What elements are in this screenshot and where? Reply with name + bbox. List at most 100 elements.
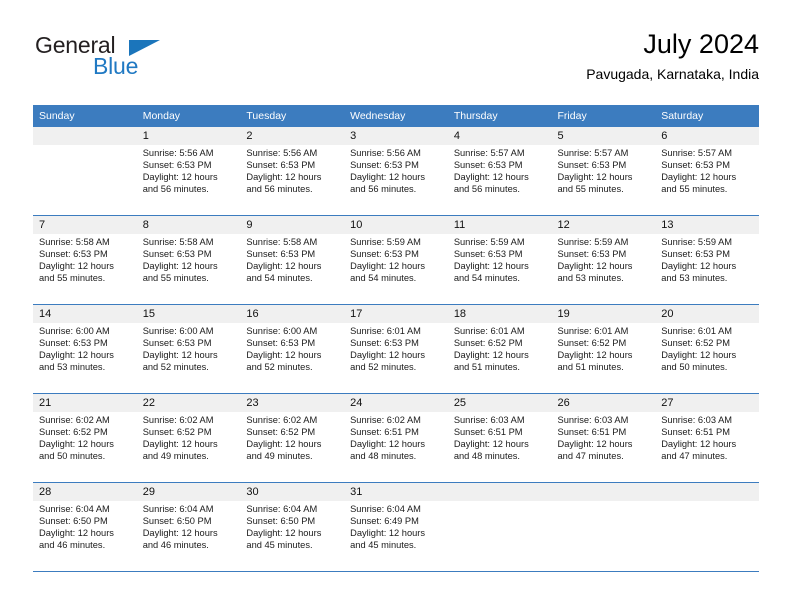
sunrise-text: Sunrise: 6:04 AM (39, 504, 110, 514)
day-details: Sunrise: 5:57 AM Sunset: 6:53 PM Daylight:… (655, 145, 759, 196)
calendar-cell-empty (447, 482, 552, 572)
day-number (655, 483, 759, 501)
calendar-cell-day[interactable]: 2 Sunrise: 5:56 AM Sunset: 6:53 PM Daylight… (240, 127, 345, 216)
calendar-cell-day[interactable]: 19 Sunrise: 6:01 AM Sunset: 6:52 PM Dayligh… (551, 304, 656, 394)
sunrise-text: Sunrise: 5:57 AM (453, 148, 525, 158)
day-number: 31 (344, 483, 448, 501)
calendar-cell-day[interactable]: 25 Sunrise: 6:03 AM Sunset: 6:51 PM Dayligh… (447, 393, 552, 483)
weekday-header-row: Sunday Monday Tuesday Wednesday Thursday… (33, 105, 759, 127)
sunrise-text: Sunrise: 6:02 AM (350, 415, 421, 425)
calendar-cell-day[interactable]: 17 Sunrise: 6:01 AM Sunset: 6:53 PM Dayligh… (344, 304, 448, 394)
day-details: Sunrise: 6:01 AM Sunset: 6:52 PM Daylight:… (552, 323, 656, 374)
day-number: 27 (655, 394, 759, 412)
day-number (33, 127, 137, 145)
calendar-cell-day[interactable]: 15 Sunrise: 6:00 AM Sunset: 6:53 PM Dayligh… (136, 304, 241, 394)
sunrise-text: Sunrise: 5:58 AM (39, 237, 110, 247)
daylight-text-line1: Daylight: 12 hours (350, 527, 426, 538)
calendar-cell-day[interactable]: 23 Sunrise: 6:02 AM Sunset: 6:52 PM Dayligh… (240, 393, 345, 483)
calendar-cell-day[interactable]: 31 Sunrise: 6:04 AM Sunset: 6:49 PM Dayligh… (344, 482, 448, 572)
sunrise-text: Sunrise: 6:03 AM (557, 415, 629, 425)
daylight-text-line1: Daylight: 12 hours (246, 527, 322, 538)
daylight-text-line2: and 46 minutes. (39, 539, 106, 550)
calendar-cell-empty (655, 482, 759, 572)
daylight-text-line2: and 49 minutes. (142, 450, 209, 461)
brand-logo[interactable]: General Blue (33, 32, 253, 88)
daylight-text-line1: Daylight: 12 hours (661, 260, 737, 271)
weekday-header-wednesday: Wednesday (344, 105, 448, 127)
sunset-text: Sunset: 6:53 PM (142, 337, 212, 348)
calendar-cell-day[interactable]: 14 Sunrise: 6:00 AM Sunset: 6:53 PM Dayligh… (33, 304, 137, 394)
calendar-cell-day[interactable]: 16 Sunrise: 6:00 AM Sunset: 6:53 PM Dayligh… (240, 304, 345, 394)
sunset-text: Sunset: 6:53 PM (246, 248, 316, 259)
daylight-text-line2: and 51 minutes. (453, 361, 520, 372)
sunset-text: Sunset: 6:51 PM (453, 426, 523, 437)
day-details: Sunrise: 6:02 AM Sunset: 6:52 PM Daylight:… (137, 412, 241, 463)
calendar-cell-day[interactable]: 21 Sunrise: 6:02 AM Sunset: 6:52 PM Dayligh… (33, 393, 137, 483)
daylight-text-line2: and 47 minutes. (557, 450, 624, 461)
day-number: 7 (33, 216, 137, 234)
day-number (551, 483, 656, 501)
sunrise-text: Sunrise: 5:57 AM (661, 148, 733, 158)
sunrise-text: Sunrise: 6:00 AM (246, 326, 318, 336)
calendar-cell-day[interactable]: 30 Sunrise: 6:04 AM Sunset: 6:50 PM Dayligh… (240, 482, 345, 572)
calendar-cell-day[interactable]: 12 Sunrise: 5:59 AM Sunset: 6:53 PM Dayligh… (551, 215, 656, 305)
calendar-cell-day[interactable]: 27 Sunrise: 6:03 AM Sunset: 6:51 PM Dayligh… (655, 393, 759, 483)
day-number: 4 (447, 127, 552, 145)
daylight-text-line1: Daylight: 12 hours (453, 438, 529, 449)
daylight-text-line1: Daylight: 12 hours (661, 349, 737, 360)
calendar-cell-day[interactable]: 11 Sunrise: 5:59 AM Sunset: 6:53 PM Dayligh… (447, 215, 552, 305)
weekday-header-saturday: Saturday (655, 105, 759, 127)
calendar-cell-day[interactable]: 1 Sunrise: 5:56 AM Sunset: 6:53 PM Daylight… (136, 127, 241, 216)
day-details: Sunrise: 6:04 AM Sunset: 6:50 PM Daylight:… (240, 501, 344, 552)
calendar-cell-day[interactable]: 13 Sunrise: 5:59 AM Sunset: 6:53 PM Dayligh… (655, 215, 759, 305)
daylight-text-line2: and 45 minutes. (246, 539, 313, 550)
sunset-text: Sunset: 6:53 PM (350, 159, 419, 170)
calendar-week-row: 28 Sunrise: 6:04 AM Sunset: 6:50 PM Dayligh… (33, 482, 759, 572)
sunrise-text: Sunrise: 5:59 AM (453, 237, 525, 247)
page-header: General Blue July 2024 Pavugada, Karnata… (33, 28, 759, 98)
calendar-cell-day[interactable]: 4 Sunrise: 5:57 AM Sunset: 6:53 PM Daylight… (447, 127, 552, 216)
calendar-cell-day[interactable]: 24 Sunrise: 6:02 AM Sunset: 6:51 PM Dayligh… (344, 393, 448, 483)
calendar-cell-day[interactable]: 7 Sunrise: 5:58 AM Sunset: 6:53 PM Daylight… (33, 215, 137, 305)
calendar-cell-day[interactable]: 28 Sunrise: 6:04 AM Sunset: 6:50 PM Dayligh… (33, 482, 137, 572)
calendar-week-row: 14 Sunrise: 6:00 AM Sunset: 6:53 PM Dayligh… (33, 304, 759, 394)
calendar-cell-day[interactable]: 10 Sunrise: 5:59 AM Sunset: 6:53 PM Dayligh… (344, 215, 448, 305)
day-details: Sunrise: 5:56 AM Sunset: 6:53 PM Daylight:… (240, 145, 344, 196)
calendar-cell-day[interactable]: 9 Sunrise: 5:58 AM Sunset: 6:53 PM Daylight… (240, 215, 345, 305)
sunset-text: Sunset: 6:53 PM (453, 248, 523, 259)
calendar-cell-day[interactable]: 26 Sunrise: 6:03 AM Sunset: 6:51 PM Dayligh… (551, 393, 656, 483)
calendar-grid: Sunday Monday Tuesday Wednesday Thursday… (33, 105, 759, 572)
page-subtitle: Pavugada, Karnataka, India (586, 66, 759, 82)
calendar-cell-day[interactable]: 22 Sunrise: 6:02 AM Sunset: 6:52 PM Dayligh… (136, 393, 241, 483)
day-number: 23 (240, 394, 345, 412)
day-details: Sunrise: 6:03 AM Sunset: 6:51 PM Daylight:… (552, 412, 656, 463)
calendar-week-row: 21 Sunrise: 6:02 AM Sunset: 6:52 PM Dayligh… (33, 393, 759, 483)
calendar-cell-day[interactable]: 18 Sunrise: 6:01 AM Sunset: 6:52 PM Dayligh… (447, 304, 552, 394)
calendar-cell-day[interactable]: 5 Sunrise: 5:57 AM Sunset: 6:53 PM Daylight… (551, 127, 656, 216)
calendar-cell-day[interactable]: 6 Sunrise: 5:57 AM Sunset: 6:53 PM Daylight… (655, 127, 759, 216)
calendar-cell-day[interactable]: 20 Sunrise: 6:01 AM Sunset: 6:52 PM Dayligh… (655, 304, 759, 394)
sunrise-text: Sunrise: 6:04 AM (142, 504, 214, 514)
day-details: Sunrise: 6:01 AM Sunset: 6:52 PM Daylight:… (448, 323, 552, 374)
daylight-text-line1: Daylight: 12 hours (453, 349, 529, 360)
weekday-header-monday: Monday (136, 105, 241, 127)
sunset-text: Sunset: 6:53 PM (661, 248, 730, 259)
title-block: July 2024 Pavugada, Karnataka, India (586, 28, 759, 83)
day-details: Sunrise: 6:02 AM Sunset: 6:51 PM Daylight:… (344, 412, 448, 463)
calendar-cell-day[interactable]: 8 Sunrise: 5:58 AM Sunset: 6:53 PM Daylight… (136, 215, 241, 305)
calendar-page: General Blue July 2024 Pavugada, Karnata… (0, 0, 792, 612)
day-number: 6 (655, 127, 759, 145)
calendar-cell-day[interactable]: 3 Sunrise: 5:56 AM Sunset: 6:53 PM Daylight… (344, 127, 448, 216)
daylight-text-line1: Daylight: 12 hours (557, 171, 633, 182)
daylight-text-line2: and 55 minutes. (39, 272, 106, 283)
day-details: Sunrise: 5:58 AM Sunset: 6:53 PM Daylight:… (240, 234, 344, 285)
sunrise-text: Sunrise: 5:56 AM (142, 148, 214, 158)
day-details: Sunrise: 5:58 AM Sunset: 6:53 PM Daylight:… (33, 234, 137, 285)
sunset-text: Sunset: 6:52 PM (39, 426, 108, 437)
calendar-week-row: 1 Sunrise: 5:56 AM Sunset: 6:53 PM Daylight… (33, 127, 759, 216)
daylight-text-line1: Daylight: 12 hours (453, 260, 529, 271)
day-details: Sunrise: 5:57 AM Sunset: 6:53 PM Daylight:… (448, 145, 552, 196)
sunset-text: Sunset: 6:53 PM (350, 337, 419, 348)
calendar-cell-day[interactable]: 29 Sunrise: 6:04 AM Sunset: 6:50 PM Dayligh… (136, 482, 241, 572)
sunset-text: Sunset: 6:53 PM (661, 159, 730, 170)
